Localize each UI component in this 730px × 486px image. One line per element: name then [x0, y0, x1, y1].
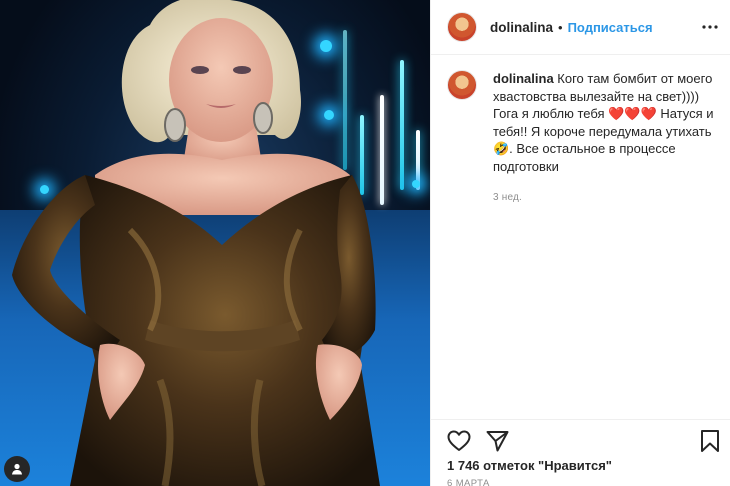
paper-plane-icon[interactable] [484, 428, 510, 454]
caption-username[interactable]: dolinalina [493, 71, 554, 86]
caption-avatar[interactable] [447, 70, 477, 100]
user-tag-icon[interactable] [4, 456, 30, 482]
caption-time[interactable]: 3 нед. [493, 189, 715, 207]
post-caption: dolinalina Кого там бомбит от моего хвас… [447, 70, 717, 207]
follow-button[interactable]: Подписаться [568, 20, 653, 35]
avatar[interactable] [447, 12, 477, 42]
more-icon[interactable] [699, 16, 721, 38]
separator-dot: • [558, 19, 563, 35]
woman-figure [12, 0, 380, 486]
post-photo[interactable] [0, 0, 430, 486]
heart-icon[interactable] [446, 428, 472, 454]
post-header: dolinalina • Подписаться [431, 0, 730, 55]
post-sidebar: dolinalina • Подписаться dolinalina Кого… [430, 0, 730, 486]
caption-body: dolinalina Кого там бомбит от моего хвас… [493, 70, 715, 207]
post-date[interactable]: 6 МАРТА [447, 478, 490, 486]
caption-text: Кого там бомбит от моего хвастовства выл… [493, 71, 714, 174]
bookmark-icon[interactable] [697, 428, 723, 454]
action-icons [446, 428, 510, 454]
likes-count[interactable]: 1 746 отметок "Нравится" [447, 458, 612, 473]
post-actions: 1 746 отметок "Нравится" 6 МАРТА [431, 419, 730, 486]
header-username[interactable]: dolinalina [490, 20, 553, 35]
